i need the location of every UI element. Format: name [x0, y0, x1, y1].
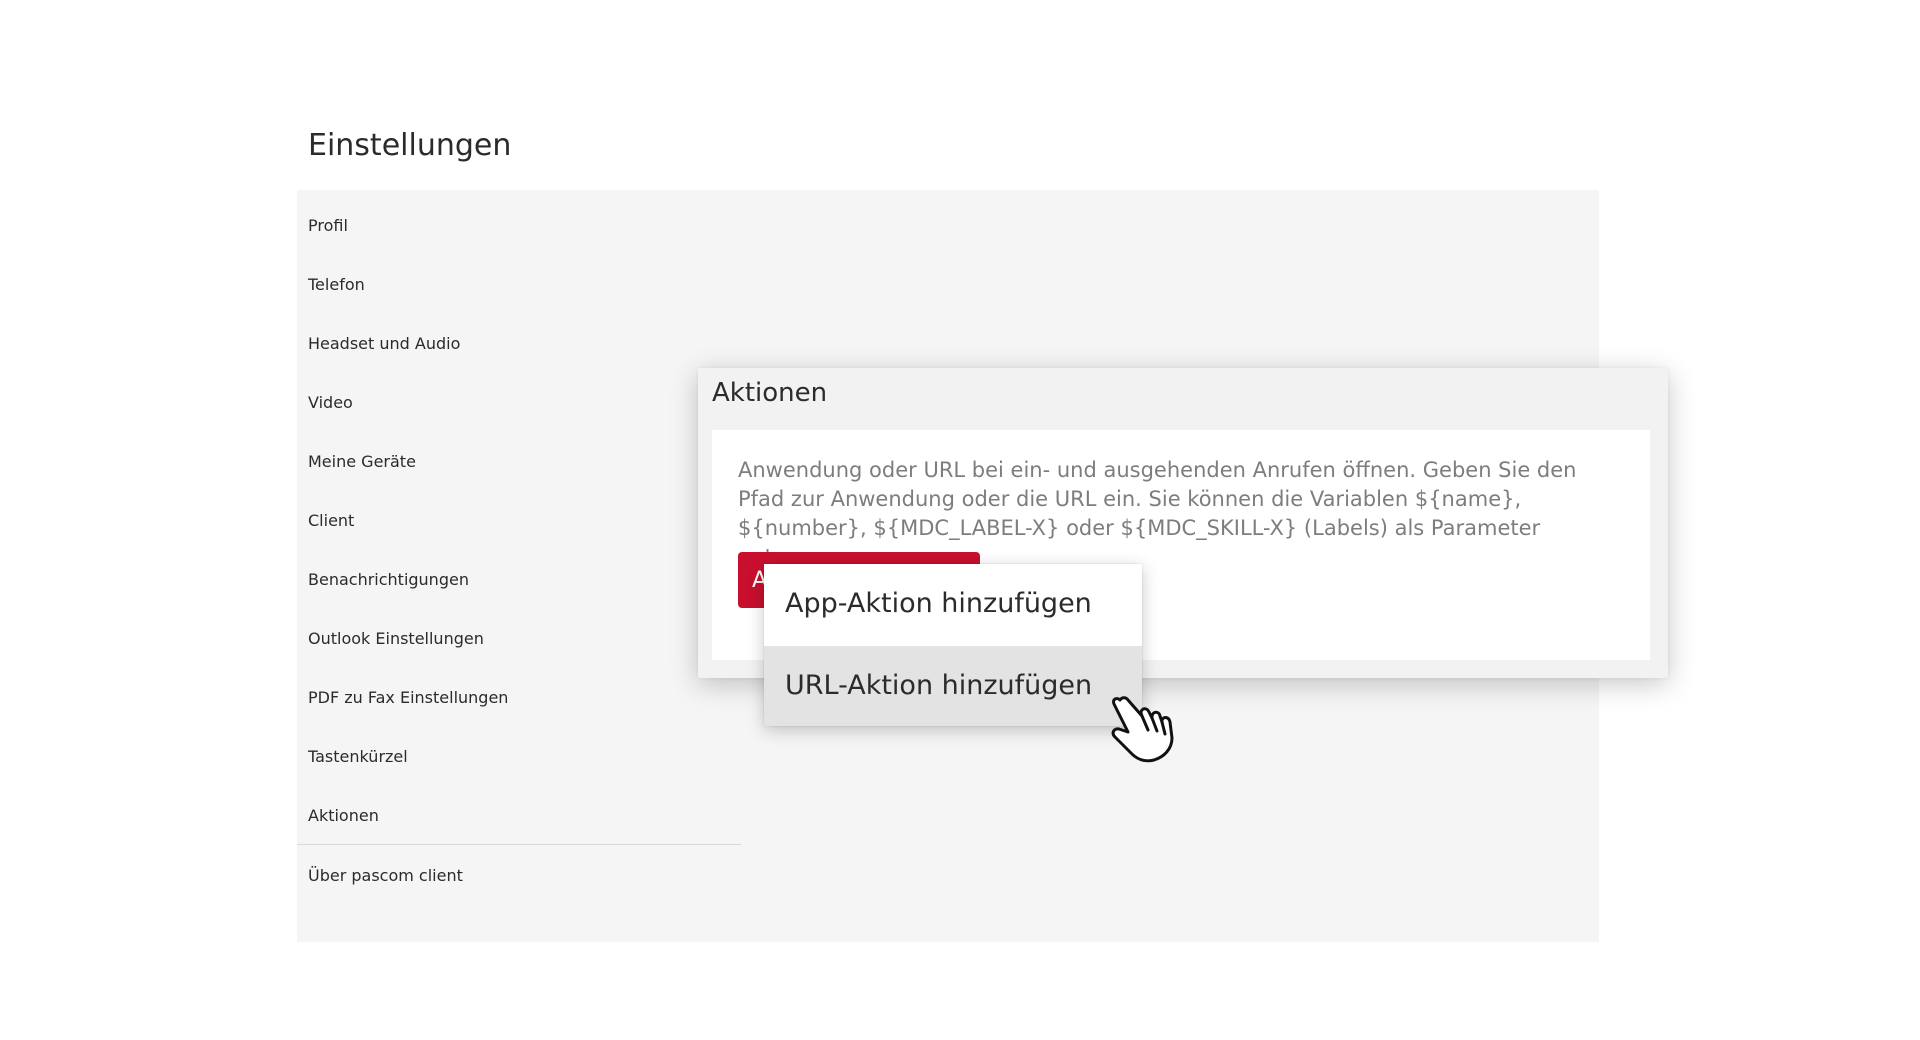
nav-divider — [297, 844, 741, 845]
sidebar-item-ueber[interactable]: Über pascom client — [308, 866, 463, 885]
sidebar-item-profil[interactable]: Profil — [308, 216, 348, 235]
settings-page: Einstellungen Profil Telefon Headset und… — [0, 0, 1920, 1040]
sidebar-item-aktionen[interactable]: Aktionen — [308, 806, 379, 825]
add-action-dropdown: App-Aktion hinzufügen URL-Aktion hinzufü… — [764, 564, 1142, 726]
menu-item-app-action[interactable]: App-Aktion hinzufügen — [764, 564, 1142, 644]
page-title: Einstellungen — [308, 128, 512, 163]
sidebar-item-pdf-fax[interactable]: PDF zu Fax Einstellungen — [308, 688, 508, 707]
hand-pointer-icon — [1111, 696, 1174, 763]
sidebar-item-telefon[interactable]: Telefon — [308, 275, 365, 294]
menu-item-url-action[interactable]: URL-Aktion hinzufügen — [764, 646, 1142, 726]
actions-title: Aktionen — [712, 378, 828, 408]
sidebar-item-headset-audio[interactable]: Headset und Audio — [308, 334, 460, 353]
sidebar-item-video[interactable]: Video — [308, 393, 353, 412]
sidebar-item-benachrichtigungen[interactable]: Benachrichtigungen — [308, 570, 469, 589]
sidebar-item-client[interactable]: Client — [308, 511, 354, 530]
sidebar-item-tastenkuerzel[interactable]: Tastenkürzel — [308, 747, 408, 766]
sidebar-item-outlook[interactable]: Outlook Einstellungen — [308, 629, 484, 648]
sidebar-item-meine-geraete[interactable]: Meine Geräte — [308, 452, 416, 471]
